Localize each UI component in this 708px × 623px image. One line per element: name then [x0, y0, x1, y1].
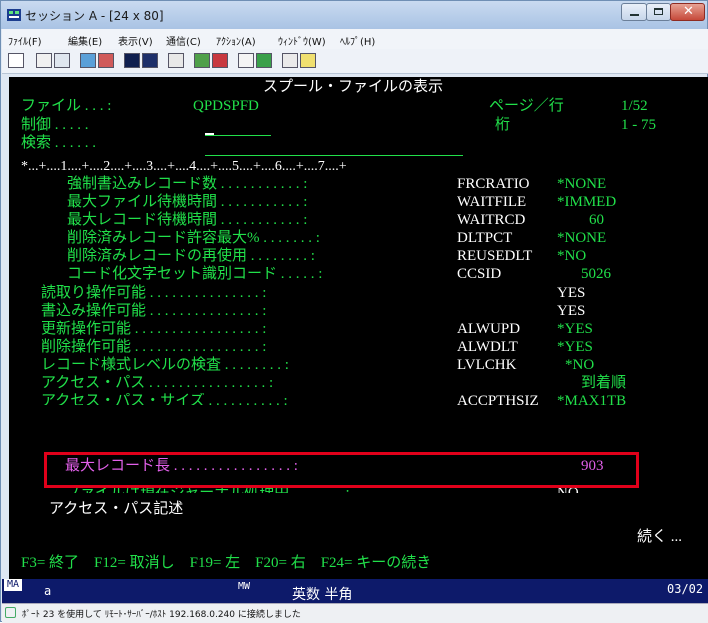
- menu-communication[interactable]: 通信(C): [166, 33, 201, 48]
- row-keyword: REUSEDLT: [457, 248, 533, 264]
- cursor-position: 03/02: [667, 582, 704, 596]
- maximize-icon: [654, 8, 663, 15]
- row-value: *NO: [565, 357, 595, 373]
- row-label: 更新操作可能 . . . . . . . . . . . . . . . . .…: [41, 321, 267, 337]
- row-label: 最大レコード待機時間 . . . . . . . . . . . :: [67, 212, 308, 228]
- page-value: 1/52: [621, 98, 648, 114]
- connection-status: ﾎﾟｰﾄ 23 を使用して ﾘﾓｰﾄ･ｻｰﾊﾞｰ/ﾎｽﾄ 192.168.0.2…: [22, 610, 301, 620]
- row-label: アクセス・パス . . . . . . . . . . . . . . . . …: [41, 375, 274, 391]
- control-input[interactable]: [205, 135, 271, 136]
- emulator-window: セッション A - [24 x 80] ✕ ﾌｧｲﾙ(F) 編集(E) 表示(V…: [0, 0, 708, 623]
- title-bar[interactable]: セッション A - [24 x 80] ✕: [1, 1, 707, 29]
- menu-window[interactable]: ｳｨﾝﾄﾞｳ(W): [278, 33, 326, 48]
- customize-icon[interactable]: [256, 53, 272, 68]
- toolbar: [2, 49, 708, 74]
- row-keyword: ACCPTHSIZ: [457, 393, 539, 405]
- more-indicator: 続く ...: [637, 529, 683, 545]
- row-keyword: CCSID: [457, 266, 502, 282]
- page-label: ページ／行: [489, 98, 564, 114]
- row-value: *IMMED: [557, 194, 617, 210]
- row-keyword: WAITRCD: [457, 212, 526, 228]
- row-label: 読取り操作可能 . . . . . . . . . . . . . . . :: [41, 285, 267, 301]
- row-value: 60: [589, 212, 604, 228]
- row-value: *YES: [557, 321, 593, 337]
- menu-bar: ﾌｧｲﾙ(F) 編集(E) 表示(V) 通信(C) ｱｸｼｮﾝ(A) ｳｨﾝﾄﾞ…: [2, 29, 708, 49]
- paste-icon[interactable]: [54, 53, 70, 68]
- row-value: YES: [557, 303, 586, 319]
- menu-action[interactable]: ｱｸｼｮﾝ(A): [216, 33, 256, 48]
- window-title: セッション A - [24 x 80]: [25, 9, 164, 23]
- file-label: ファイル . . . :: [21, 98, 112, 114]
- menu-file[interactable]: ﾌｧｲﾙ(F): [8, 33, 42, 48]
- app-icon: [7, 9, 21, 21]
- system-available-indicator: a: [44, 584, 52, 598]
- copy-icon[interactable]: [36, 53, 52, 68]
- stop-macro-icon[interactable]: [212, 53, 228, 68]
- row-value: *NONE: [557, 230, 607, 246]
- column-value: 1 - 75: [621, 117, 656, 133]
- access-path-description: アクセス・パス記述: [49, 501, 184, 517]
- row-value: 到着順: [581, 375, 627, 391]
- minimize-button[interactable]: [621, 3, 647, 21]
- row-keyword: ALWDLT: [457, 339, 518, 355]
- row-value: *NONE: [557, 176, 607, 192]
- row-value: *NO: [557, 248, 587, 264]
- menu-view[interactable]: 表示(V): [118, 33, 153, 48]
- input-mode: 英数 半角: [292, 587, 353, 603]
- status-bar: ﾎﾟｰﾄ 23 を使用して ﾘﾓｰﾄ･ｻｰﾊﾞｰ/ﾎｽﾄ 192.168.0.2…: [2, 603, 708, 623]
- play-macro-icon[interactable]: [238, 53, 254, 68]
- minimize-icon: [630, 14, 639, 16]
- row-keyword: WAITFILE: [457, 194, 527, 210]
- row-label: 最大ファイル待機時間 . . . . . . . . . . . :: [67, 194, 308, 210]
- column-ruler: *...+....1....+....2....+....3....+....4…: [21, 159, 347, 174]
- record-macro-icon[interactable]: [194, 53, 210, 68]
- row-label: 強制書込みレコード数 . . . . . . . . . . . :: [67, 176, 308, 192]
- control-label: 制御 . . . . .: [21, 117, 89, 133]
- keyboard-map-icon[interactable]: [142, 53, 158, 68]
- edit-icon[interactable]: [300, 53, 316, 68]
- display-icon[interactable]: [124, 53, 140, 68]
- row-label: レコード様式レベルの検査 . . . . . . . . :: [41, 357, 289, 373]
- row-value: *YES: [557, 339, 593, 355]
- session-indicator: MA: [4, 579, 22, 591]
- row-value: 5026: [581, 266, 611, 282]
- row-label: アクセス・パス・サイズ . . . . . . . . . . :: [41, 393, 288, 405]
- print-screen-icon[interactable]: [8, 53, 24, 68]
- macro-icon[interactable]: [168, 53, 184, 68]
- row-keyword: LVLCHK: [457, 357, 517, 373]
- menu-help[interactable]: ﾍﾙﾌﾟ(H): [340, 33, 375, 48]
- maximize-button[interactable]: [646, 3, 671, 21]
- row-keyword: ALWUPD: [457, 321, 521, 337]
- menu-edit[interactable]: 編集(E): [68, 33, 102, 48]
- send-icon[interactable]: [80, 53, 96, 68]
- close-icon: ✕: [683, 4, 694, 19]
- row-label: 書込み操作可能 . . . . . . . . . . . . . . . :: [41, 303, 267, 319]
- row-keyword: FRCRATIO: [457, 176, 530, 192]
- function-key-legend[interactable]: F3= 終了 F12= 取消し F19= 左 F20= 右 F24= キーの続き: [21, 555, 431, 572]
- row-label: 削除操作可能 . . . . . . . . . . . . . . . . .…: [41, 339, 267, 355]
- text-cursor: [205, 133, 214, 135]
- column-label: 桁: [495, 117, 511, 133]
- row-label: コード化文字セット識別コード . . . . . :: [67, 266, 323, 282]
- highlight-box: [44, 452, 639, 488]
- connection-icon: [5, 607, 16, 618]
- row-label: 削除済みレコード許容最大% . . . . . . . :: [67, 230, 320, 246]
- close-button[interactable]: ✕: [670, 3, 705, 21]
- row-value: YES: [557, 285, 586, 301]
- search-label: 検索 . . . . . .: [21, 135, 97, 151]
- receive-icon[interactable]: [98, 53, 114, 68]
- terminal-screen[interactable]: スプール・ファイルの表示 ファイル . . . : QPDSPFD ページ／行 …: [9, 77, 708, 579]
- operator-info-area: MA a MW 英数 半角 03/02: [2, 579, 708, 603]
- row-value: *MAX1TB: [557, 393, 627, 405]
- row-label: 削除済みレコードの再使用 . . . . . . . . :: [67, 248, 315, 264]
- row-keyword: DLTPCT: [457, 230, 513, 246]
- search-input[interactable]: [205, 155, 463, 156]
- screen-title: スプール・ファイルの表示: [263, 79, 444, 95]
- mw-indicator: MW: [238, 581, 251, 592]
- file-value: QPDSPFD: [193, 98, 259, 114]
- color-palette-icon[interactable]: [282, 53, 298, 68]
